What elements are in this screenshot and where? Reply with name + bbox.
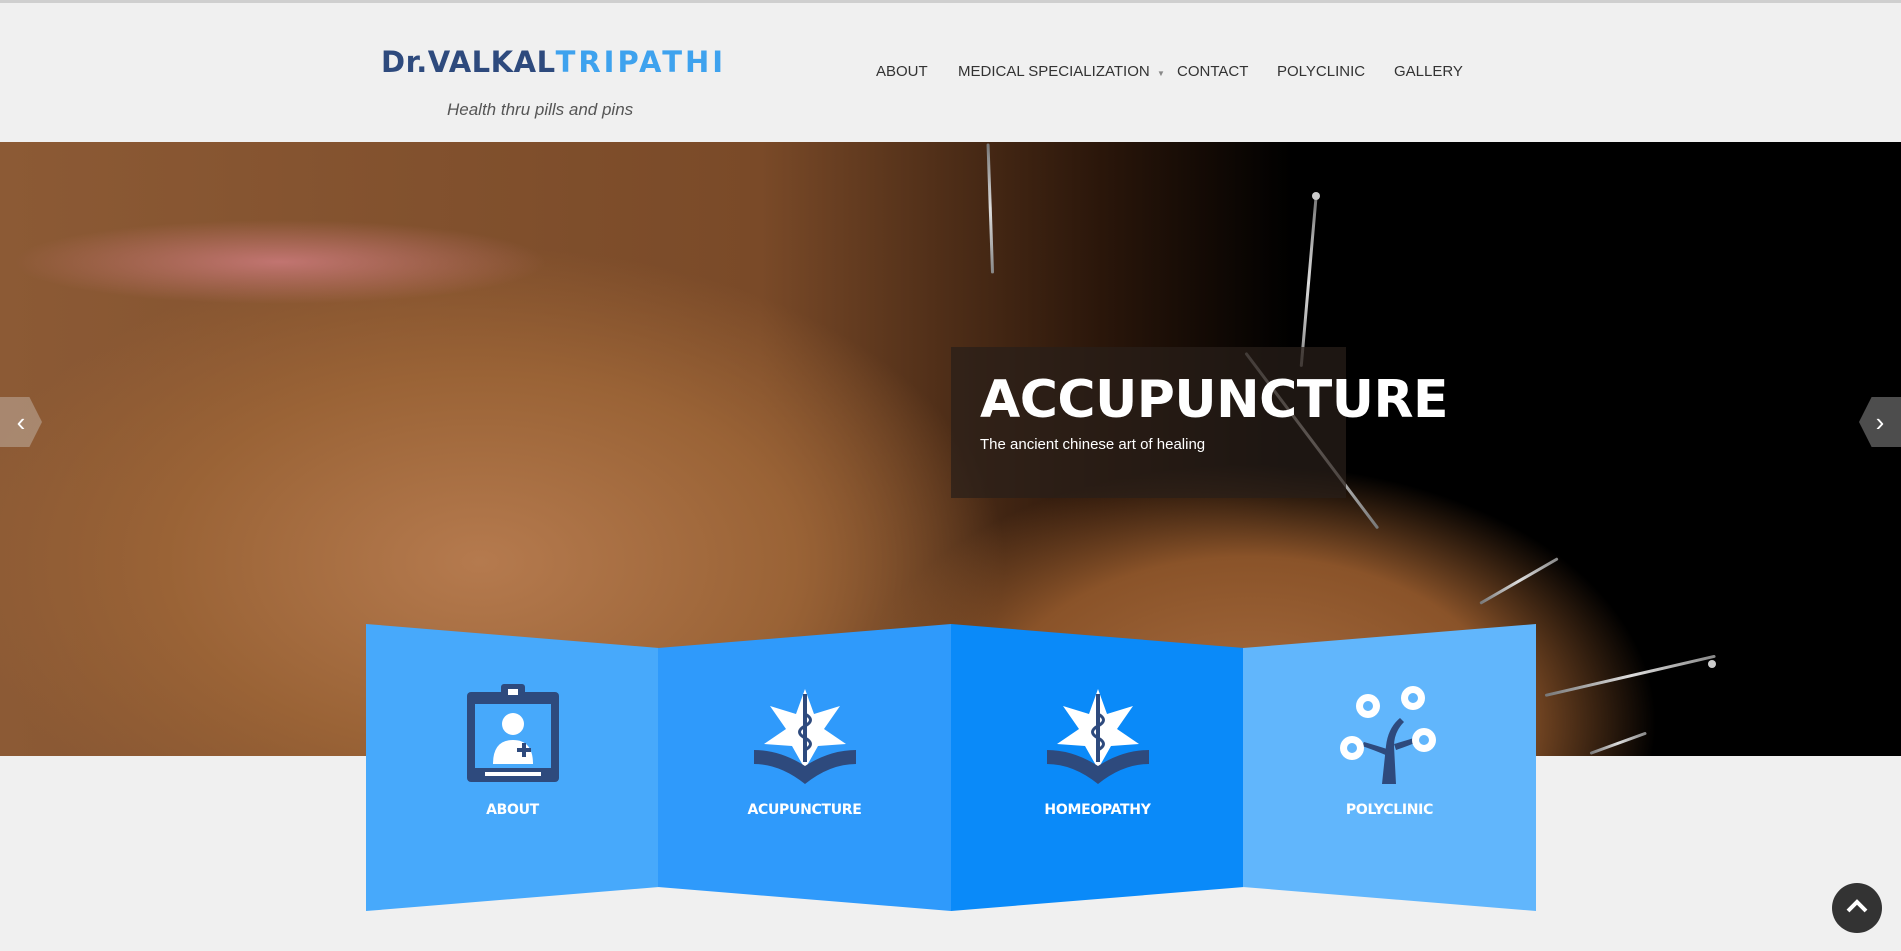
feature-panel-about[interactable]: ABOUT xyxy=(366,624,659,911)
logo-name-part2: TRIPATHI xyxy=(555,45,727,79)
slide-title: ACCUPUNCTURE xyxy=(980,370,1449,430)
doctor-id-badge-icon xyxy=(465,684,561,789)
site-logo[interactable]: Dr.VALKALTRIPATHI xyxy=(381,45,726,79)
feature-panel-homeopathy[interactable]: HOMEOPATHY xyxy=(951,624,1244,911)
medical-star-book-icon xyxy=(752,684,858,791)
medical-star-book-icon xyxy=(1045,684,1151,791)
needle-graphic xyxy=(986,143,995,274)
nav-item-contact[interactable]: CONTACT xyxy=(1177,63,1248,80)
needle-graphic xyxy=(1479,557,1559,605)
chevron-right-icon: › xyxy=(1875,406,1885,437)
needle-graphic xyxy=(1589,731,1647,755)
needle-graphic xyxy=(1299,197,1318,367)
gear-tree-icon xyxy=(1338,684,1442,789)
chevron-left-icon: ‹ xyxy=(16,406,26,437)
nav-item-gallery[interactable]: GALLERY xyxy=(1394,63,1463,80)
dropdown-caret-icon[interactable]: ▼ xyxy=(1157,69,1165,78)
feature-label-acupuncture: ACUPUNCTURE xyxy=(747,802,862,818)
needle-head-graphic xyxy=(1708,660,1716,668)
nav-item-polyclinic[interactable]: POLYCLINIC xyxy=(1277,63,1365,80)
feature-panel-polyclinic[interactable]: POLYCLINIC xyxy=(1243,624,1536,911)
feature-label-about: ABOUT xyxy=(486,802,539,818)
slide-subtitle: The ancient chinese art of healing xyxy=(980,436,1206,453)
feature-panels: ABOUT ACUPUNCTURE HOMEOPATHY POLYCLINIC xyxy=(366,624,1536,911)
site-header: Dr.VALKALTRIPATHI Health thru pills and … xyxy=(0,3,1901,142)
logo-name-part1: Dr.VALKAL xyxy=(381,45,556,79)
nav-item-medical-specialization[interactable]: MEDICAL SPECIALIZATION xyxy=(958,63,1150,80)
feature-panel-acupuncture[interactable]: ACUPUNCTURE xyxy=(658,624,951,911)
needle-graphic xyxy=(1544,654,1716,697)
site-tagline: Health thru pills and pins xyxy=(447,100,634,119)
chevron-up-icon xyxy=(1846,898,1868,918)
feature-label-polyclinic: POLYCLINIC xyxy=(1345,802,1434,818)
needle-head-graphic xyxy=(1312,192,1320,200)
nav-item-about[interactable]: ABOUT xyxy=(876,63,928,80)
back-to-top-button[interactable] xyxy=(1832,883,1882,933)
feature-label-homeopathy: HOMEOPATHY xyxy=(1044,802,1151,818)
